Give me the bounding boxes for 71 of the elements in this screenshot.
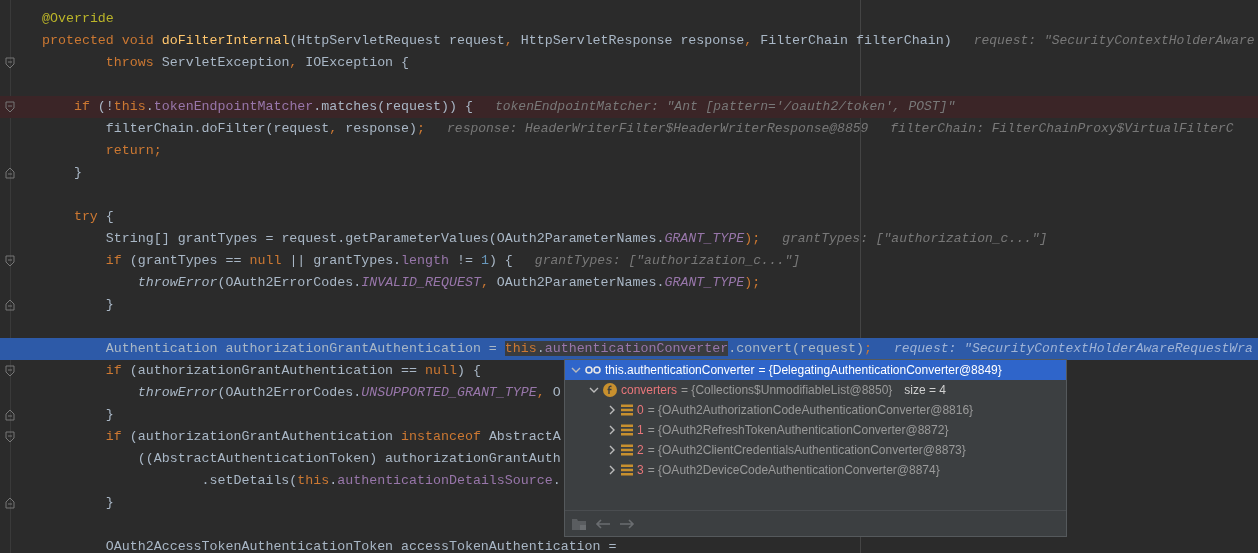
variable-name: 0 [637, 402, 644, 419]
code-line: filterChain.doFilter(request, response); [105, 120, 426, 139]
tree-row[interactable]: this.authenticationConverter = {DelegatingAuthenticationConverter@8849} [565, 360, 1066, 380]
variable-value: = {OAuth2ClientCredentialsAuthenticationConverter@8873} [647, 442, 966, 459]
variable-value: = {OAuth2RefreshTokenAuthenticationConverter@8872} [647, 422, 949, 439]
variable-value: = {DelegatingAuthenticationConverter@8849} [758, 362, 1002, 379]
field-icon [603, 383, 617, 397]
code-line: if (grantTypes == null || grantTypes.length != 1) { [105, 252, 513, 271]
code-line: if (!this.tokenEndpointMatcher.matches(request)) { [73, 98, 473, 117]
code-line: try { [73, 208, 114, 227]
chevron-down-icon[interactable] [571, 365, 581, 375]
fold-end-icon[interactable] [5, 167, 15, 179]
inline-value-hint: grantTypes: ["authorization_c..."] [782, 230, 1048, 249]
tree-row[interactable]: 0 = {OAuth2AuthorizationCodeAuthenticationConverter@8816} [565, 400, 1066, 420]
fold-end-icon[interactable] [5, 497, 15, 509]
glasses-icon [585, 365, 601, 375]
fold-start-icon[interactable] [5, 101, 15, 113]
chevron-right-icon[interactable] [607, 405, 617, 415]
tree-row[interactable]: 2 = {OAuth2ClientCredentialsAuthenticationConverter@8873} [565, 440, 1066, 460]
chevron-right-icon[interactable] [607, 425, 617, 435]
chevron-down-icon[interactable] [589, 385, 599, 395]
list-item-icon [621, 464, 633, 476]
code-line: return; [105, 142, 162, 161]
tree-row[interactable]: 3 = {OAuth2DeviceCodeAuthenticationConverter@8874} [565, 460, 1066, 480]
variable-name: 1 [637, 422, 644, 439]
code-line: OAuth2AccessTokenAuthenticationToken accessTokenAuthentication = [105, 538, 617, 553]
chevron-right-icon[interactable] [607, 465, 617, 475]
fold-start-icon[interactable] [5, 57, 15, 69]
inline-value-hint: tokenEndpointMatcher: "Ant [pattern='/oauth2/token', POST]" [494, 98, 956, 117]
fold-start-icon[interactable] [5, 255, 15, 267]
code-line: throwError(OAuth2ErrorCodes.UNSUPPORTED_GRANT_TYPE, O [137, 384, 561, 403]
code-line: Authentication authorizationGrantAuthentication = this.authenticationConverter.convert(request); [105, 340, 872, 359]
collection-size: size = 4 [904, 382, 947, 399]
variable-value: = {OAuth2DeviceCodeAuthenticationConverter@8874} [647, 462, 940, 479]
code-line: } [73, 164, 82, 183]
tree-view-icon[interactable] [571, 516, 587, 531]
code-line: protected void doFilterInternal(HttpServletRequest request, HttpServletResponse response, FilterChain filterChain) [42, 32, 952, 51]
back-arrow-icon[interactable] [595, 517, 611, 530]
code-line: } [105, 494, 114, 513]
variable-name: 3 [637, 462, 644, 479]
list-item-icon [621, 424, 633, 436]
fold-start-icon[interactable] [5, 365, 15, 377]
forward-arrow-icon[interactable] [619, 517, 635, 530]
variable-name: this.authenticationConverter [605, 362, 755, 379]
code-line: throwError(OAuth2ErrorCodes.INVALID_REQUEST, OAuth2ParameterNames.GRANT_TYPE); [137, 274, 761, 293]
code-line: @Override [42, 10, 114, 29]
inline-value-hint: request: "SecurityContextHolderAwareRequestWra [893, 340, 1253, 359]
chevron-right-icon[interactable] [607, 445, 617, 455]
list-item-icon [621, 404, 633, 416]
variable-name: 2 [637, 442, 644, 459]
variable-value: = {OAuth2AuthorizationCodeAuthenticationConverter@8816} [647, 402, 974, 419]
inline-value-hint: request: "SecurityContextHolderAware [973, 32, 1255, 51]
variable-value: = {Collections$UnmodifiableList@8850} [681, 382, 893, 399]
code-line: if (authorizationGrantAuthentication instanceof AbstractA [105, 428, 561, 447]
code-line: String[] grantTypes = request.getParameterValues(OAuth2ParameterNames.GRANT_TYPE); [105, 230, 761, 249]
list-item-icon [621, 444, 633, 456]
code-line: } [105, 406, 114, 425]
fold-end-icon[interactable] [5, 409, 15, 421]
code-line: } [105, 296, 114, 315]
code-line: throws ServletException, IOException { [105, 54, 410, 73]
fold-end-icon[interactable] [5, 299, 15, 311]
inline-value-hint: response: HeaderWriterFilter$HeaderWriterResponse@8859 [447, 120, 869, 139]
variable-name: converters [621, 382, 678, 399]
tree-row[interactable]: converters = {Collections$UnmodifiableList@8850} size = 4 [565, 380, 1066, 400]
code-line: if (authorizationGrantAuthentication == null) { [105, 362, 481, 381]
code-line: .setDetails(this.authenticationDetailsSource. [201, 472, 561, 491]
fold-start-icon[interactable] [5, 431, 15, 443]
tree-row[interactable]: 1 = {OAuth2RefreshTokenAuthenticationConverter@8872} [565, 420, 1066, 440]
inline-value-hint: filterChain: FilterChainProxy$VirtualFilterC [890, 120, 1234, 139]
inline-value-hint: grantTypes: ["authorization_c..."] [534, 252, 801, 271]
code-line: ((AbstractAuthenticationToken) authorizationGrantAuth [137, 450, 561, 469]
